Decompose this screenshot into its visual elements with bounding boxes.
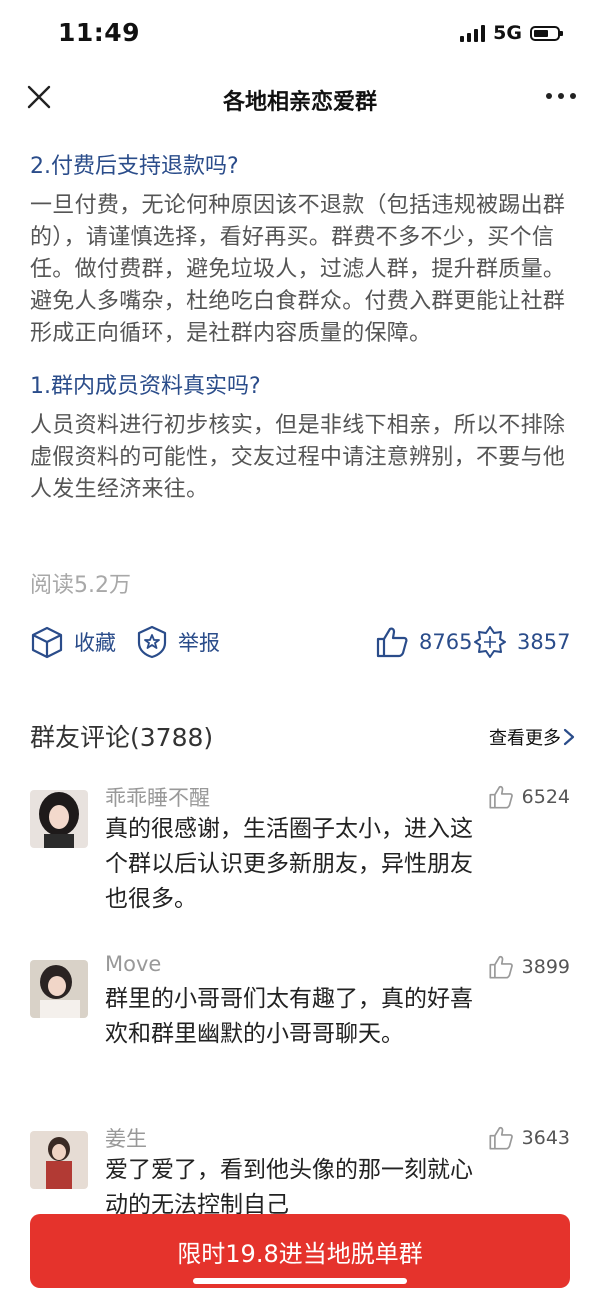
join-group-label: 限时19.8进当地脱单群: [177, 1240, 423, 1268]
read-count: 阅读5.2万: [30, 573, 131, 598]
comment-like-count: 3643: [521, 1127, 570, 1149]
comment-like-button[interactable]: 3643: [488, 1125, 570, 1151]
action-bar: 收藏 举报 8765 3857: [30, 625, 575, 665]
like-button[interactable]: 8765: [375, 625, 472, 659]
view-more-label: 查看更多: [489, 728, 561, 749]
clipped-text: [30, 130, 570, 134]
comment-text: 真的很感谢，生活圈子太小，进入这个群以后认识更多新朋友，异性朋友也很多。: [105, 816, 473, 912]
star-badge-icon: [474, 626, 506, 658]
avatar[interactable]: [30, 1131, 88, 1189]
comment-like-count: 6524: [521, 786, 570, 808]
more-options-icon[interactable]: [546, 93, 576, 99]
avatar[interactable]: [30, 790, 88, 848]
like-count: 8765: [419, 630, 473, 654]
comment-like-count: 3899: [521, 956, 570, 978]
thumbs-up-icon: [489, 1126, 513, 1150]
signal-icon: [460, 24, 486, 42]
box-icon: [31, 626, 63, 659]
comments-header: 群友评论(3788) 查看更多: [30, 718, 575, 758]
shield-star-icon: [137, 625, 167, 659]
avatar[interactable]: [30, 960, 88, 1018]
comments-title: 群友评论(3788): [30, 723, 214, 752]
report-button[interactable]: 举报: [136, 625, 220, 659]
status-time: 11:49: [58, 18, 141, 47]
page-title: 各地相亲恋爱群: [222, 90, 377, 115]
battery-icon: [530, 25, 563, 41]
status-bar: 11:49 5G: [0, 0, 600, 70]
share-button[interactable]: 3857: [473, 625, 570, 659]
faq-answer: 人员资料进行初步核实，但是非线下相亲，所以不排除虚假资料的可能性，交友过程中请注…: [30, 413, 566, 502]
nav-bar: 各地相亲恋爱群: [0, 70, 600, 130]
home-indicator: [193, 1278, 407, 1284]
comment-like-button[interactable]: 6524: [488, 784, 570, 810]
faq-question: 2.付费后支持退款吗?: [30, 154, 239, 179]
thumbs-up-icon: [376, 627, 408, 658]
view-more-link[interactable]: 查看更多: [489, 724, 575, 750]
comment-text: 爱了爱了，看到他头像的那一刻就心动的无法控制自己: [105, 1157, 473, 1218]
report-label: 举报: [178, 631, 220, 655]
favorite-button[interactable]: 收藏: [30, 625, 116, 659]
comment-author: Move: [105, 952, 162, 976]
status-indicators: 5G: [460, 22, 563, 44]
comment-like-button[interactable]: 3899: [488, 954, 570, 980]
favorite-label: 收藏: [74, 631, 116, 655]
faq-answer: 一旦付费，无论何种原因该不退款（包括违规被踢出群的），请谨慎选择，看好再买。群费…: [30, 193, 566, 346]
thumbs-up-icon: [489, 955, 513, 979]
article-body: 2.付费后支持退款吗? 一旦付费，无论何种原因该不退款（包括违规被踢出群的），请…: [30, 130, 570, 506]
join-group-button[interactable]: 限时19.8进当地脱单群: [30, 1214, 570, 1288]
network-type: 5G: [493, 22, 522, 44]
faq-question: 1.群内成员资料真实吗?: [30, 374, 261, 399]
chevron-right-icon: [563, 728, 575, 746]
comment-author: 乖乖睡不醒: [105, 786, 210, 810]
thumbs-up-icon: [489, 785, 513, 809]
comment-author: 姜生: [105, 1127, 147, 1151]
comment-text: 群里的小哥哥们太有趣了，真的好喜欢和群里幽默的小哥哥聊天。: [105, 986, 473, 1047]
share-count: 3857: [517, 630, 571, 654]
